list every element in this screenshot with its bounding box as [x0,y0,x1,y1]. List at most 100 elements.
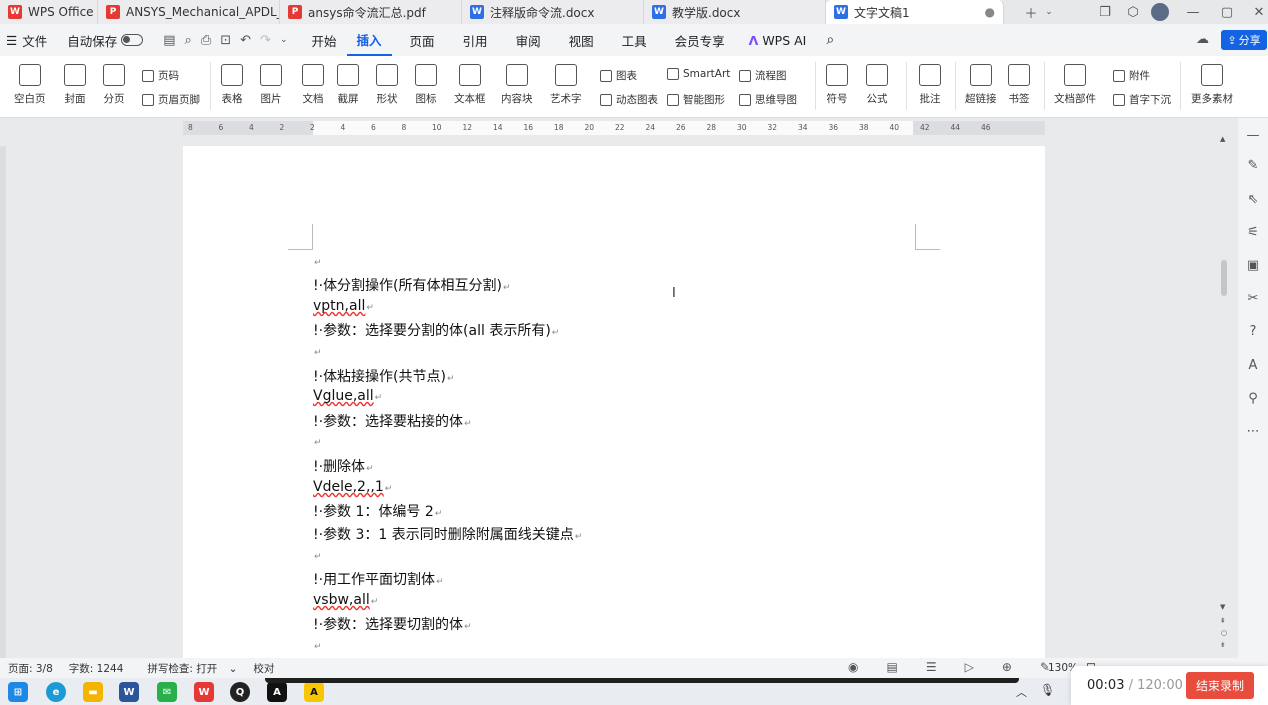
next-page-icon[interactable]: ⇟ [1220,641,1226,649]
sliders-icon[interactable]: ⚟ [1245,225,1261,241]
menu-view[interactable]: 视图 [559,24,604,56]
brush-icon[interactable]: ⌕ [185,33,192,48]
print-icon[interactable]: ⎙ [201,33,211,48]
scroll-up-icon[interactable]: ▲ [1220,135,1225,143]
close-button[interactable]: ✕ [1244,0,1268,24]
bookmark-button[interactable]: 书签 [1008,60,1030,106]
share-button[interactable]: ⇪ 分享 [1221,30,1267,50]
autosave-toggle[interactable]: 自动保存 [57,24,153,56]
document-line[interactable]: !·参数 3：1 表示同时删除附属面线关键点↵ [313,524,582,544]
cover-button[interactable]: 封面 [64,60,86,106]
icon-button[interactable]: 图标 [415,60,437,106]
smart-shape-button[interactable]: 智能图形 [667,92,725,107]
hyperlink-button[interactable]: 超链接 [965,60,997,106]
document-line[interactable]: vptn,all↵ [313,298,374,314]
attachment-button[interactable]: 附件 [1113,68,1150,83]
undo-icon[interactable]: ↶ [240,33,251,48]
maximize-button[interactable]: ▢ [1212,0,1242,24]
chart-button[interactable]: 图表 [600,68,637,83]
scroll-thumb[interactable] [1221,260,1227,296]
document-button[interactable]: 文档 [302,60,324,106]
page-break-button[interactable]: 分页 [103,60,125,106]
flowchart-button[interactable]: 流程图 [739,68,787,83]
document-line[interactable]: !·参数：选择要切割的体↵ [313,614,472,634]
restore-tabs-icon[interactable]: ❐ [1090,0,1120,24]
image-edit-icon[interactable]: ▣ [1245,258,1261,274]
doc-parts-button[interactable]: 文档部件 [1054,60,1096,106]
menu-start[interactable]: 开始 [302,24,347,56]
menu-review[interactable]: 审阅 [506,24,551,56]
tab-ansys-summary[interactable]: P ansys命令流汇总.pdf [280,0,462,24]
print-preview-icon[interactable]: ⊡ [220,33,231,48]
eye-icon[interactable]: ◉ [840,660,866,674]
spell-check[interactable]: 拼写检查: 打开 ⌄ [131,661,245,676]
search-icon[interactable]: ⌕ [816,24,844,56]
drop-cap-button[interactable]: 首字下沉 [1113,92,1171,107]
tab-teaching-doc[interactable]: W 教学版.docx [644,0,826,24]
tab-ansys-pdf[interactable]: P ANSYS_Mechanical_APDL_Com [98,0,280,24]
document-line[interactable]: ↵ [313,637,322,653]
tab-document-1[interactable]: W 文字文稿1 ● [826,0,1004,24]
document-line[interactable]: Vdele,2,,1↵ [313,479,392,495]
more-dots-icon[interactable]: ⋯ [1245,424,1261,440]
header-footer-button[interactable]: 页眉页脚 [142,92,200,107]
horizontal-ruler[interactable]: 8 6 4 2 2 4 6 8 10 12 14 16 18 20 22 24 26 28 30 32 34 36 38 40… [183,121,1045,135]
translate-icon[interactable]: A [1245,358,1261,374]
mindmap-button[interactable]: 思维导图 [739,92,797,107]
qq-icon[interactable]: Q [230,682,250,702]
menu-insert[interactable]: 插入 [346,24,392,56]
proofread[interactable]: 校对 [245,661,282,676]
edge-browser-icon[interactable]: e [46,682,66,702]
tab-annotated-doc[interactable]: W 注释版命令流.docx [462,0,644,24]
document-line[interactable]: !·参数：选择要分割的体(all 表示所有)↵ [313,320,559,340]
page-count[interactable]: 页面: 3/8 [0,661,61,676]
left-panel-handle[interactable] [0,146,6,658]
shape-button[interactable]: 形状 [376,60,398,106]
picture-button[interactable]: 图片 [260,60,282,106]
document-line[interactable]: !·参数 1：体编号 2↵ [313,501,442,521]
smartart-button[interactable]: SmartArt [667,68,730,80]
file-menu[interactable]: ☰ 文件 [0,24,57,56]
chevron-down-icon[interactable]: ⌄ [1034,0,1064,24]
menu-page[interactable]: 页面 [400,24,445,56]
menu-tools[interactable]: 工具 [612,24,657,56]
wordart-button[interactable]: 艺术字 [550,60,582,106]
avatar[interactable] [1145,0,1175,24]
select-browse-icon[interactable]: ○ [1221,629,1227,637]
outline-view-icon[interactable]: ☰ [918,660,945,674]
symbol-button[interactable]: 符号 [826,60,848,106]
ansys-app-icon[interactable]: A [267,682,287,702]
document-line[interactable]: ↵ [313,343,322,359]
more-assets-button[interactable]: 更多素材 [1191,60,1233,106]
wps-ai-button[interactable]: Ʌ WPS AI [739,24,817,56]
document-line[interactable]: !·体分割操作(所有体相互分割)↵ [313,275,511,295]
menu-references[interactable]: 引用 [453,24,498,56]
wps-app-icon[interactable]: W [194,682,214,702]
scroll-down-icon[interactable]: ▼ [1220,603,1225,611]
menu-member[interactable]: 会员专享 [665,24,735,56]
document-line[interactable]: Vglue,all↵ [313,388,382,404]
cloud-sync-icon[interactable]: ☁ [1196,32,1209,47]
play-icon[interactable]: ▷ [957,660,982,674]
content-block-button[interactable]: 内容块 [501,60,533,106]
document-page[interactable]: ↵ !·体分割操作(所有体相互分割)↵ vptn,all↵ !·参数：选择要分割的体(… [183,146,1045,658]
blank-page-button[interactable]: 空白页 [14,60,46,106]
tools-icon[interactable]: ✂ [1245,291,1261,307]
minimize-button[interactable]: — [1178,0,1208,24]
document-line[interactable]: vsbw,all↵ [313,592,378,608]
table-button[interactable]: 表格 [221,60,243,106]
document-line[interactable]: !·体粘接操作(共节点)↵ [313,366,455,386]
redo-icon[interactable]: ↷ [260,33,271,48]
document-line[interactable]: !·参数：选择要粘接的体↵ [313,411,472,431]
document-line[interactable]: !·用工作平面切割体↵ [313,569,444,589]
prev-page-icon[interactable]: ⇞ [1220,617,1226,625]
document-line[interactable]: !·删除体↵ [313,456,374,476]
ansys-workbench-icon[interactable]: A [304,682,324,702]
formula-button[interactable]: 公式 [866,60,888,106]
comment-button[interactable]: 批注 [919,60,941,106]
unsaved-dot-icon[interactable]: ● [985,5,995,19]
windows-start-icon[interactable]: ⊞ [8,682,28,702]
screenshot-button[interactable]: 截屏 [337,60,359,106]
tab-wps-office[interactable]: W WPS Office [0,0,98,24]
page-number-button[interactable]: 页码 [142,68,179,83]
